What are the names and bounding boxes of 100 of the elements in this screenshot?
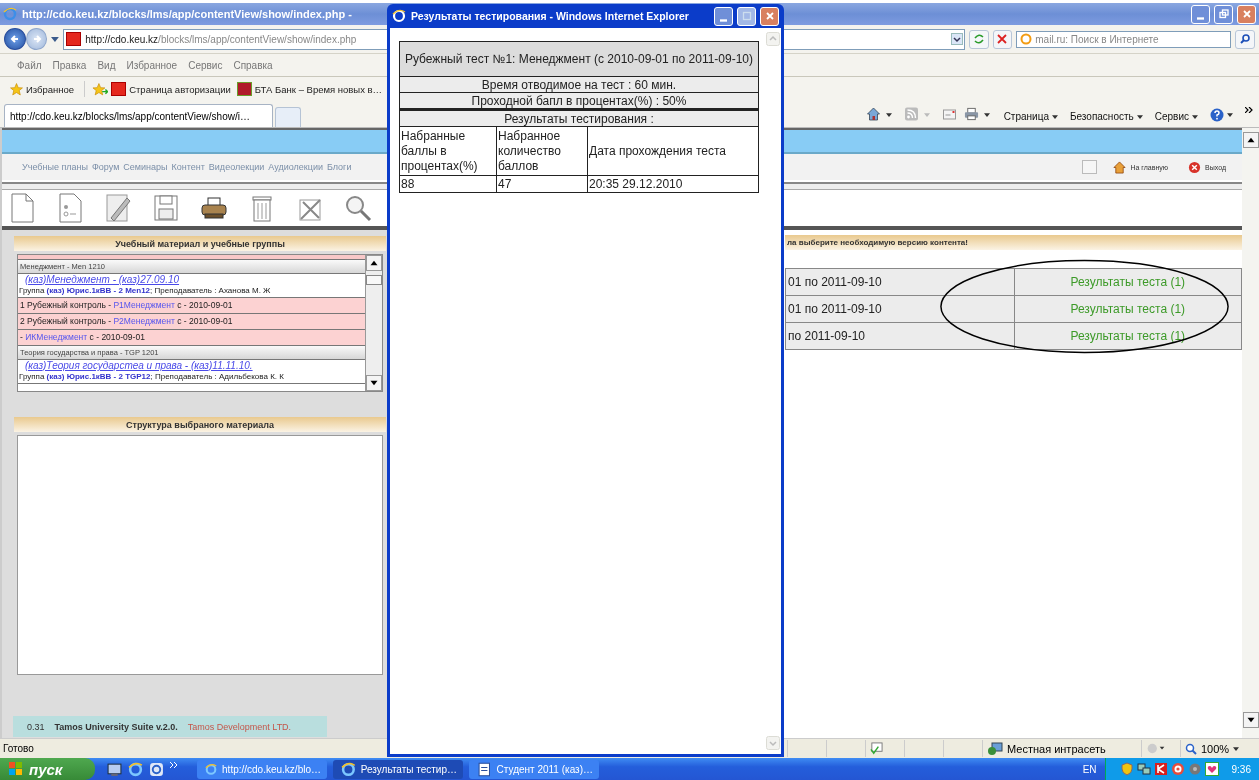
control-link[interactable]: P2Менеджмент <box>113 316 175 326</box>
chevron-icon[interactable] <box>1245 107 1253 113</box>
taskbar-button[interactable]: Студент 2011 (каз)… <box>469 759 599 779</box>
caret-icon[interactable] <box>885 113 892 117</box>
command-menu-button[interactable]: Безопасность <box>1063 111 1149 122</box>
print-icon[interactable] <box>963 107 979 121</box>
minimize-button[interactable] <box>714 6 733 26</box>
refresh-icon <box>972 33 985 45</box>
command-menu-button[interactable]: Страница <box>997 111 1064 122</box>
shield-icon[interactable] <box>1119 762 1134 776</box>
zoom-level[interactable]: 100% <box>1201 742 1230 755</box>
course-link[interactable]: (каз)Теория государстеа и права - (каз)11.11.10. <box>19 360 364 372</box>
nav-link[interactable]: Контент <box>171 162 205 172</box>
control-entry: 2 Рубежный контроль - P2Менеджмент с - 2010-09-01 <box>18 314 365 330</box>
dropdown-icon[interactable] <box>950 33 963 45</box>
page-scrollbar[interactable] <box>1242 128 1259 738</box>
nav-link[interactable]: Учебные планы <box>22 162 88 172</box>
maximize-icon <box>741 11 752 21</box>
start-button[interactable]: пуск <box>0 758 95 780</box>
company-link[interactable]: Tamos Development LTD. <box>187 721 292 732</box>
favorites-button[interactable]: Избранное <box>26 83 75 95</box>
notice-bar: ла выберите необходимую версию контента! <box>785 235 1242 250</box>
menu-item[interactable]: Избранное <box>126 59 178 71</box>
popup-blocked-icon[interactable] <box>870 742 883 755</box>
close-icon <box>764 11 775 21</box>
scrollbar[interactable] <box>366 255 382 391</box>
caret-icon[interactable] <box>1233 746 1240 751</box>
nav-link[interactable]: Форум <box>92 162 120 172</box>
course-link[interactable]: (каз)Менеджмент - (каз)27.09.10 <box>19 274 364 286</box>
network-icon[interactable] <box>1136 762 1151 776</box>
refresh-button[interactable] <box>968 29 989 49</box>
nav-link[interactable]: Блоги <box>326 162 352 172</box>
antivirus-icon[interactable] <box>1153 762 1168 776</box>
search-field[interactable]: mail.ru: Поиск в Интернете <box>1016 30 1232 48</box>
window-title: Результаты тестирования - Windows Internet Explorer <box>411 10 689 22</box>
taskbar-button[interactable]: Результаты тестир… <box>333 759 463 779</box>
restore-button[interactable] <box>1214 4 1233 24</box>
control-entry: - ИКМенеджмент с - 2010-09-01 <box>18 330 365 346</box>
back-arrow-icon <box>8 33 21 45</box>
security-zone: Местная интрасеть <box>1007 742 1106 755</box>
browser-tab[interactable]: http://cdo.keu.kz/blocks/lms/app/contentView/show/i… <box>4 104 273 127</box>
app-icon[interactable] <box>149 761 164 777</box>
mail-icon[interactable] <box>941 107 957 121</box>
home-icon[interactable] <box>865 107 881 121</box>
windows-logo-icon <box>8 761 24 777</box>
control-link[interactable]: ИКМенеджмент <box>25 332 88 342</box>
browser-icon <box>205 761 218 777</box>
target-icon[interactable] <box>1170 762 1185 776</box>
table-cell: 47 <box>496 175 588 193</box>
back-button[interactable] <box>4 28 26 50</box>
control-link[interactable]: P1Менеджмент <box>113 300 175 310</box>
edit-icon[interactable] <box>103 192 133 224</box>
column-header: Набранные баллы в процентах(%) <box>399 126 497 176</box>
nav-link[interactable]: Аудиолекции <box>268 162 323 172</box>
close-button[interactable] <box>760 6 779 26</box>
save-icon[interactable] <box>151 192 181 224</box>
taskbar-button[interactable]: http://cdo.keu.kz/blo… <box>197 759 327 779</box>
favorite-link[interactable]: Страница авторизации <box>129 83 231 95</box>
stop-button[interactable] <box>992 29 1013 49</box>
menu-item[interactable]: Правка <box>52 59 87 71</box>
panel-header: Учебный материал и учебные группы <box>13 235 387 252</box>
home-icon[interactable] <box>1113 160 1127 174</box>
search-button[interactable] <box>1235 29 1255 49</box>
exit-icon[interactable] <box>1188 160 1202 174</box>
maximize-button[interactable] <box>737 6 756 26</box>
search-icon <box>1239 33 1252 45</box>
protected-mode-icon[interactable] <box>1146 742 1166 755</box>
menu-item[interactable]: Вид <box>97 59 116 71</box>
desktop-icon[interactable] <box>107 761 122 777</box>
site-icon <box>111 82 127 96</box>
scroll-thumb[interactable] <box>366 275 382 285</box>
browser-icon[interactable] <box>128 761 143 777</box>
add-favorite-icon[interactable] <box>92 82 109 96</box>
input-field[interactable] <box>1082 160 1098 174</box>
close-icon <box>1241 9 1252 19</box>
period-cell: 01 по 2011-09-10 <box>785 295 1014 323</box>
command-menu-button[interactable]: Сервис <box>1148 111 1204 122</box>
caret-icon[interactable] <box>51 36 60 42</box>
nav-link[interactable]: Семинары <box>123 162 168 172</box>
minimize-icon <box>720 18 727 22</box>
column-header: Дата прохождения теста <box>587 126 759 176</box>
version-text: 0.31 <box>27 721 45 732</box>
caret-icon <box>1051 114 1058 119</box>
menu-item[interactable]: Файл <box>17 59 42 71</box>
zoom-icon[interactable] <box>1185 742 1197 755</box>
panel-header: Структура выбраного материала <box>13 416 387 433</box>
caret-icon[interactable] <box>983 113 990 117</box>
help-icon <box>1210 108 1224 122</box>
column-header: Набранное количество баллов <box>496 126 588 176</box>
nav-link[interactable]: Видеолекции <box>208 162 265 172</box>
menu-item[interactable]: Справка <box>233 59 273 71</box>
network-zone-icon <box>987 741 1003 756</box>
site-icon <box>66 32 82 46</box>
star-icon[interactable] <box>10 82 23 96</box>
document-icon <box>477 761 492 777</box>
menu-item[interactable]: Сервис <box>188 59 223 71</box>
site-icon <box>236 82 252 96</box>
language-indicator[interactable]: EN <box>1082 763 1097 775</box>
group-info: Группа (каз) Юрис.1кВВ - 2 TGP12; Преподаватель : Адильбекова К. К <box>19 372 285 382</box>
favorite-link[interactable]: БТА Банк – Время новых в… <box>254 83 383 95</box>
